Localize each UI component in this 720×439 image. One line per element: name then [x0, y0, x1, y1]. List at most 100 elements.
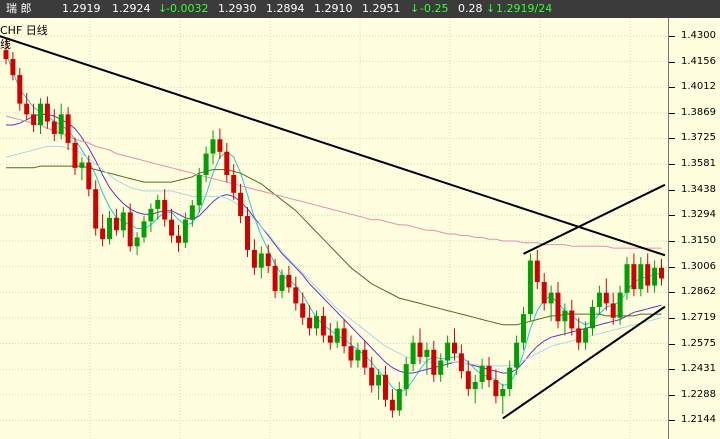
candle-body — [527, 260, 533, 315]
candle-body — [113, 217, 119, 231]
y-tick — [669, 164, 675, 166]
candle — [51, 108, 57, 142]
candle — [417, 328, 423, 365]
candle-body — [100, 228, 106, 240]
candle-body — [521, 314, 526, 343]
candle — [44, 96, 50, 129]
trend-line[interactable] — [523, 183, 666, 255]
candle — [445, 335, 451, 368]
candle-body — [86, 162, 92, 190]
candle — [210, 130, 216, 165]
candle-body — [383, 374, 388, 400]
candle — [472, 374, 478, 404]
candle-body — [72, 142, 78, 168]
candle — [534, 249, 540, 290]
y-tick — [669, 343, 675, 345]
candle-body — [348, 346, 354, 361]
candle — [120, 207, 126, 238]
y-tick — [669, 369, 675, 371]
y-tick-label: 1.4300 — [681, 29, 716, 41]
candle — [631, 253, 637, 297]
y-tick — [669, 317, 675, 319]
candle — [610, 292, 616, 325]
candle — [596, 285, 602, 315]
candle-body — [196, 174, 202, 206]
candle — [31, 103, 37, 133]
candle-body — [534, 260, 540, 283]
candle-body — [176, 235, 181, 243]
candle-body — [493, 380, 499, 397]
y-tick — [669, 35, 675, 37]
candle-body — [31, 114, 37, 126]
y-tick-label: 1.3294 — [681, 209, 716, 221]
moving-averages — [5, 53, 662, 394]
candle — [334, 321, 340, 349]
y-tick — [669, 266, 675, 268]
candle-body — [376, 374, 382, 386]
candle — [603, 278, 609, 311]
y-tick-label: 1.2288 — [681, 388, 716, 400]
candle-body — [44, 103, 50, 122]
candle-body — [369, 367, 375, 386]
candle-body — [107, 217, 112, 240]
candle — [458, 344, 464, 379]
candle-body — [562, 310, 568, 322]
candle — [555, 282, 561, 329]
ma-line-pink — [5, 115, 662, 249]
candle — [583, 321, 589, 350]
candle — [514, 335, 520, 375]
candle-body — [327, 335, 333, 343]
trend-line[interactable] — [0, 35, 666, 257]
candle — [127, 203, 133, 252]
candle-body — [603, 292, 609, 304]
price-chart[interactable] — [0, 0, 668, 439]
candle-body — [155, 199, 161, 209]
candle-body — [169, 219, 175, 236]
candle-body — [286, 274, 292, 288]
candle-body — [65, 114, 71, 143]
y-tick — [669, 420, 675, 422]
candle-body — [182, 219, 188, 243]
candle-body — [452, 342, 457, 354]
y-tick — [669, 61, 675, 63]
candle-body — [355, 349, 361, 361]
candle-body — [272, 265, 278, 291]
candle-body — [307, 317, 313, 329]
candle-body — [134, 237, 140, 247]
y-tick — [669, 112, 675, 114]
candle-body — [38, 103, 43, 126]
candle-body — [486, 365, 492, 381]
candle — [238, 183, 244, 224]
candle — [86, 155, 92, 197]
candle-body — [417, 342, 423, 357]
price-axis: 1.4300 1.4156 1.4012 1.3869 1.3725 1.3581 1.34… — [668, 18, 720, 439]
candle — [286, 265, 292, 293]
candle — [369, 356, 375, 393]
candle — [327, 323, 333, 350]
candle-body — [17, 75, 23, 104]
chart-label: CHF 日线 线 — [0, 24, 48, 52]
candle-body — [500, 389, 506, 397]
y-tick-label: 1.2719 — [681, 311, 716, 323]
y-tick — [669, 138, 675, 140]
candle — [134, 232, 140, 256]
candle-body — [217, 139, 223, 152]
y-tick-label: 1.3869 — [681, 106, 716, 118]
candle — [389, 389, 395, 418]
candle — [438, 353, 444, 382]
candle — [348, 335, 354, 368]
candle-body — [148, 208, 154, 222]
candle-body — [514, 342, 520, 368]
candle-body — [410, 342, 416, 365]
candle — [72, 137, 78, 175]
y-tick-label: 1.2575 — [681, 337, 716, 349]
candle — [645, 253, 651, 293]
ma-line-cyan — [5, 53, 662, 394]
candle — [638, 257, 644, 297]
candle-body — [189, 205, 195, 220]
y-tick — [669, 215, 675, 217]
candle-body — [279, 274, 285, 291]
candle — [38, 98, 43, 134]
candle — [148, 203, 154, 233]
candle-body — [203, 153, 209, 175]
